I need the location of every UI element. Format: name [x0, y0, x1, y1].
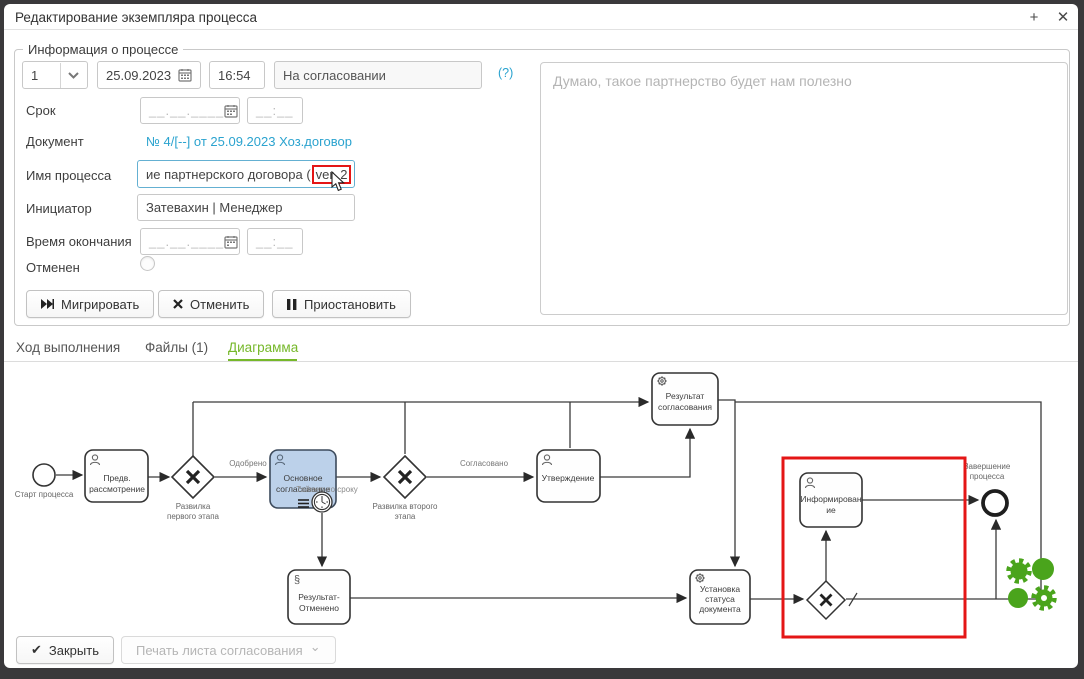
gateway-second-stage[interactable]: Развилка второго этапа — [372, 456, 438, 521]
x-icon — [173, 299, 183, 309]
cancelled-label: Отменен — [26, 260, 80, 275]
due-label: Срок — [26, 103, 56, 118]
tab-diagram[interactable]: Диаграмма — [228, 340, 298, 355]
help-icon[interactable]: (?) — [498, 66, 513, 80]
initiator-label: Инициатор — [26, 201, 92, 216]
task-label: статуса — [705, 594, 735, 604]
gateway-label: Развилка — [176, 502, 211, 511]
tabs-divider — [4, 361, 1078, 362]
chevron-down-icon: ⌄ — [310, 639, 321, 655]
task-label: Утверждение — [542, 473, 595, 483]
print-approval-sheet-label: Печать листа согласования — [136, 643, 303, 658]
task-label: ие — [826, 505, 836, 515]
end-event-label: процесса — [970, 472, 1005, 481]
task-set-document-status[interactable]: Установка статуса документа — [690, 570, 750, 624]
start-time-input[interactable]: 16:54 — [209, 61, 265, 89]
status-field: На согласовании — [274, 61, 482, 89]
mouse-cursor — [331, 171, 347, 192]
suspend-label: Приостановить — [304, 297, 396, 312]
task-approval-result[interactable]: Результат согласования — [652, 373, 718, 425]
start-event[interactable]: Старт процесса — [15, 464, 74, 499]
task-notification[interactable]: Информирован ие — [800, 473, 862, 527]
print-approval-sheet-button[interactable]: Печать листа согласования ⌄ — [121, 636, 336, 664]
end-date-input[interactable]: __.__.____ — [140, 228, 240, 255]
gateway-first-stage[interactable]: Развилка первого этапа — [167, 456, 220, 521]
window-title: Редактирование экземпляра процесса — [15, 10, 257, 25]
start-date-value: 25.09.2023 — [106, 68, 171, 83]
due-date-placeholder: __.__.____ — [149, 103, 224, 118]
task-label: Установка — [700, 584, 740, 594]
end-event-label: Завершение — [964, 462, 1011, 471]
end-time-label: Время окончания — [26, 234, 132, 249]
chevron-down-icon — [68, 72, 79, 79]
gateway-final[interactable] — [807, 581, 845, 619]
due-time-input[interactable]: __:__ — [247, 97, 303, 124]
gateway-label: этапа — [395, 512, 416, 521]
start-event-label: Старт процесса — [15, 490, 74, 499]
tab-progress[interactable]: Ход выполнения — [16, 340, 120, 355]
bpmn-diagram-canvas[interactable]: Одобрено Согласовано Старт процесса Пред… — [0, 370, 1084, 668]
process-name-label: Имя процесса — [26, 168, 111, 183]
task-label: Результат — [666, 391, 705, 401]
green-gears-icon — [1008, 558, 1055, 609]
migrate-button[interactable]: Мигрировать — [26, 290, 154, 318]
flow-label-agreed: Согласовано — [460, 459, 509, 468]
document-label: Документ — [26, 134, 84, 149]
comment-textarea[interactable] — [540, 62, 1068, 315]
end-time-placeholder: __:__ — [256, 234, 294, 249]
select-divider — [60, 63, 61, 88]
flow-label-approved: Одобрено — [229, 459, 267, 468]
end-event[interactable]: Завершение процесса — [964, 462, 1011, 515]
gateway-label: первого этапа — [167, 512, 220, 521]
task-label: Информирован — [800, 494, 861, 504]
suspend-button[interactable]: Приостановить — [272, 290, 411, 318]
pause-icon — [287, 299, 297, 310]
status-value: На согласовании — [283, 68, 386, 83]
check-icon: ✔ — [31, 642, 42, 658]
active-tab-underline — [228, 359, 297, 361]
cancel-button[interactable]: Отменить — [158, 290, 264, 318]
add-icon[interactable]: + — [1023, 6, 1045, 28]
migrate-label: Мигрировать — [61, 297, 139, 312]
close-dialog-button[interactable]: ✔ Закрыть — [16, 636, 114, 664]
due-time-placeholder: __:__ — [256, 103, 294, 118]
task-approval[interactable]: Утверждение — [537, 450, 600, 502]
version-value: 1 — [31, 68, 38, 83]
timer-boundary-event[interactable] — [312, 492, 332, 512]
fast-forward-icon — [41, 299, 54, 309]
tab-files[interactable]: Файлы (1) — [145, 340, 208, 355]
task-label: Основное — [284, 473, 323, 483]
end-date-placeholder: __.__.____ — [149, 234, 224, 249]
calendar-icon[interactable] — [178, 68, 192, 82]
script-icon: § — [294, 574, 300, 586]
calendar-icon[interactable] — [224, 235, 238, 249]
version-select[interactable]: 1 — [22, 61, 88, 89]
titlebar-divider — [4, 29, 1078, 30]
gateway-label: Развилка второго — [372, 502, 438, 511]
task-preliminary-review[interactable]: Предв. рассмотрение — [85, 450, 148, 502]
process-name-value: ие партнерского договора ( — [146, 167, 311, 182]
start-date-input[interactable]: 25.09.2023 — [97, 61, 201, 89]
task-label: рассмотрение — [89, 484, 145, 494]
task-label: согласования — [658, 402, 712, 412]
close-icon[interactable]: ✕ — [1052, 6, 1074, 28]
initiator-input[interactable]: Затевахин | Менеджер — [137, 194, 355, 221]
document-link[interactable]: № 4/[--] от 25.09.2023 Хоз.договор — [146, 134, 352, 149]
initiator-value: Затевахин | Менеджер — [146, 200, 282, 215]
cancel-label: Отменить — [190, 297, 249, 312]
end-time-input[interactable]: __:__ — [247, 228, 303, 255]
process-name-input[interactable]: ие партнерского договора (ver. 2 — [137, 160, 355, 188]
due-date-input[interactable]: __.__.____ — [140, 97, 240, 124]
task-result-cancelled[interactable]: § Результат- Отменено — [288, 570, 350, 624]
task-label: Отменено — [299, 603, 339, 613]
task-label: Предв. — [103, 473, 130, 483]
start-time-value: 16:54 — [218, 68, 251, 83]
task-label: Результат- — [298, 592, 340, 602]
calendar-icon[interactable] — [224, 104, 238, 118]
task-label: документа — [699, 604, 741, 614]
close-dialog-label: Закрыть — [49, 643, 99, 658]
cancelled-checkbox[interactable] — [140, 256, 155, 271]
